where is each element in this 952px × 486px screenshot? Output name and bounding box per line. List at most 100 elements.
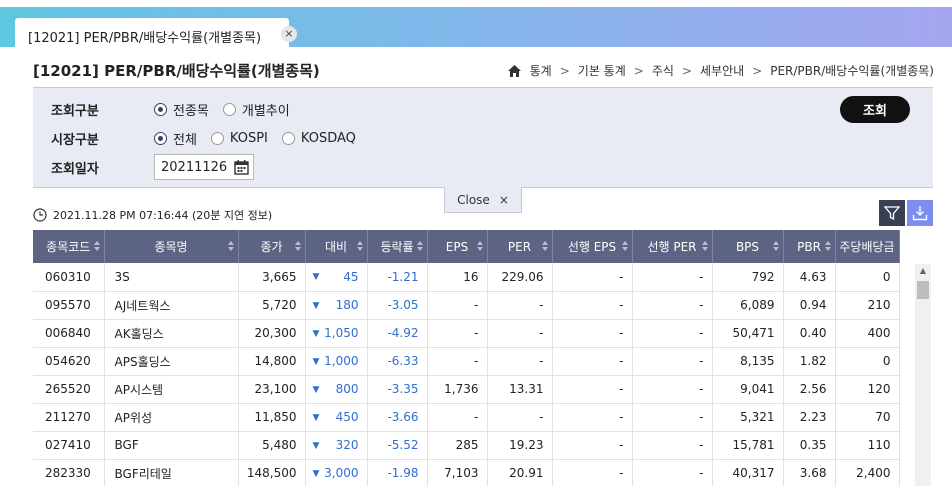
- cell-value: 110: [867, 438, 891, 452]
- sort-icon[interactable]: [294, 241, 301, 251]
- table-row[interactable]: 027410 BGF 5,480 ▼ 320 -5.52 285 19.23 - - 15,781 0…: [33, 431, 900, 460]
- sort-icon[interactable]: [621, 241, 628, 251]
- sort-icon[interactable]: [476, 241, 483, 251]
- down-arrow-icon: ▼: [312, 384, 320, 395]
- column-header-label: PER: [507, 239, 532, 254]
- table-cell: 20,300: [238, 319, 306, 348]
- table-cell: 400: [835, 319, 900, 348]
- table-cell: 0.35: [783, 431, 836, 460]
- tab-per-pbr[interactable]: [12021] PER/PBR/배당수익률(개별종목) ×: [15, 18, 297, 54]
- scroll-up-icon[interactable]: ▲: [915, 264, 931, 278]
- download-button[interactable]: [907, 200, 933, 226]
- cell-value: -3.66: [387, 410, 419, 424]
- sort-icon[interactable]: [227, 241, 234, 251]
- radio-individual-trend[interactable]: 개별추이: [222, 100, 290, 119]
- radio-all-stocks[interactable]: 전종목: [154, 100, 209, 119]
- column-header-label: 선행 PER: [647, 240, 697, 254]
- table-cell: ▼ 320: [305, 431, 368, 460]
- sort-icon[interactable]: [541, 241, 548, 251]
- column-header[interactable]: BPS: [712, 230, 784, 263]
- table-row[interactable]: 282330 BGF리테일 148,500 ▼ 3,000 -1.98 7,103 20.91…: [33, 459, 900, 486]
- table-cell: 0: [835, 347, 900, 376]
- table-row[interactable]: 265520 AP시스템 23,100 ▼ 800 -3.35 1,736 13.31 - - 9,…: [33, 375, 900, 404]
- tab-close-icon[interactable]: ×: [281, 26, 297, 42]
- table-row[interactable]: 095570 AJ네트웍스 5,720 ▼ 180 -3.05 - - - - 6,089 0.94 2…: [33, 291, 900, 320]
- cell-value: 3,665: [262, 269, 297, 284]
- column-header[interactable]: 종목코드: [33, 230, 105, 263]
- cell-value: -6.33: [387, 354, 419, 368]
- column-header[interactable]: PBR: [783, 230, 836, 263]
- table-header-row: 종목코드 종목명 종가 대비 등락률 EPS PER 선행 EPS 선행 PER BPS PBR 주당…: [33, 230, 900, 263]
- radio-dot[interactable]: [210, 132, 224, 145]
- breadcrumb-item-stats[interactable]: 통계: [530, 62, 552, 79]
- column-header[interactable]: PER: [487, 230, 553, 263]
- sort-icon[interactable]: [416, 241, 423, 251]
- breadcrumb-item-basic[interactable]: 기본 통계: [578, 62, 626, 79]
- chevron-right-icon: >: [681, 63, 692, 78]
- scroll-thumb[interactable]: [917, 281, 929, 299]
- cell-value: 7,103: [444, 466, 479, 480]
- sort-icon[interactable]: [93, 241, 100, 251]
- column-header-label: 대비: [324, 240, 348, 254]
- breadcrumb-item-stock[interactable]: 주식: [652, 62, 674, 79]
- radio-kosdaq[interactable]: KOSDAQ: [281, 131, 356, 146]
- sort-icon[interactable]: [772, 241, 779, 251]
- radio-kospi[interactable]: KOSPI: [210, 131, 268, 146]
- table-cell: -: [552, 403, 633, 432]
- calendar-icon[interactable]: [234, 160, 249, 175]
- column-header[interactable]: 등락률: [367, 230, 428, 263]
- cell-value: -3.35: [387, 382, 419, 396]
- cell-value: 6,089: [740, 298, 775, 312]
- column-header[interactable]: 선행 PER: [632, 230, 713, 263]
- table-cell: -: [487, 319, 553, 348]
- search-button[interactable]: 조회: [840, 96, 910, 123]
- cell-value: 095570: [45, 298, 91, 312]
- table-row[interactable]: 054620 APS홀딩스 14,800 ▼ 1,000 -6.33 - - - - 8,135 1.…: [33, 347, 900, 376]
- table-cell: 095570: [33, 291, 105, 320]
- radio-dot[interactable]: [222, 103, 236, 116]
- cell-value: -: [619, 466, 624, 480]
- column-header[interactable]: 종가: [238, 230, 306, 263]
- radio-dot[interactable]: [281, 132, 295, 145]
- table-cell: 210: [835, 291, 900, 320]
- cell-value: APS홀딩스: [114, 354, 171, 369]
- cell-value: 0.40: [799, 326, 827, 340]
- date-field[interactable]: 20211126: [154, 154, 254, 180]
- breadcrumb-item-detail[interactable]: 세부안내: [700, 62, 744, 79]
- column-header[interactable]: 대비: [305, 230, 368, 263]
- cell-value: 19.23: [509, 438, 544, 452]
- cell-value: 70: [875, 410, 891, 424]
- table-cell: -: [632, 263, 713, 292]
- cell-value: 0: [882, 269, 891, 284]
- column-header[interactable]: 선행 EPS: [552, 230, 633, 263]
- table-row[interactable]: 006840 AK홀딩스 20,300 ▼ 1,050 -4.92 - - - - 50,471 0.…: [33, 319, 900, 348]
- filter-button[interactable]: [879, 200, 905, 226]
- column-header[interactable]: EPS: [427, 230, 488, 263]
- table-cell: 7,103: [427, 459, 488, 486]
- sort-icon[interactable]: [356, 241, 363, 251]
- home-icon[interactable]: [507, 64, 521, 77]
- table-cell: 060310: [33, 263, 105, 292]
- table-row[interactable]: 211270 AP위성 11,850 ▼ 450 -3.66 - - - - 5,321 2.23 70: [33, 403, 900, 432]
- table-cell: -: [487, 347, 553, 376]
- table-cell: 211270: [33, 403, 105, 432]
- market-type-label: 시장구분: [51, 133, 99, 148]
- sort-icon[interactable]: [824, 241, 831, 251]
- table-cell: 5,480: [238, 431, 306, 460]
- query-date-row: 조회일자 20211126: [51, 154, 254, 180]
- table-cell: -5.52: [367, 431, 428, 460]
- column-header[interactable]: 주당배당금: [835, 230, 900, 263]
- column-header[interactable]: 종목명: [104, 230, 239, 263]
- cell-value: -: [699, 382, 704, 396]
- radio-market-all[interactable]: 전체: [154, 129, 197, 148]
- radio-dot-selected[interactable]: [154, 103, 167, 116]
- close-panel-button[interactable]: Close ×: [444, 187, 522, 213]
- cell-value: BGF: [114, 438, 139, 452]
- cell-value: 40,317: [732, 466, 775, 480]
- cell-value: 5,480: [262, 438, 297, 452]
- table-cell: 20.91: [487, 459, 553, 486]
- vertical-scrollbar[interactable]: ▲: [915, 264, 931, 486]
- table-row[interactable]: 060310 3S 3,665 ▼ 45 -1.21 16 229.06 - - 792 4.63 0: [33, 263, 900, 292]
- sort-icon[interactable]: [701, 241, 708, 251]
- radio-dot-selected[interactable]: [154, 132, 167, 145]
